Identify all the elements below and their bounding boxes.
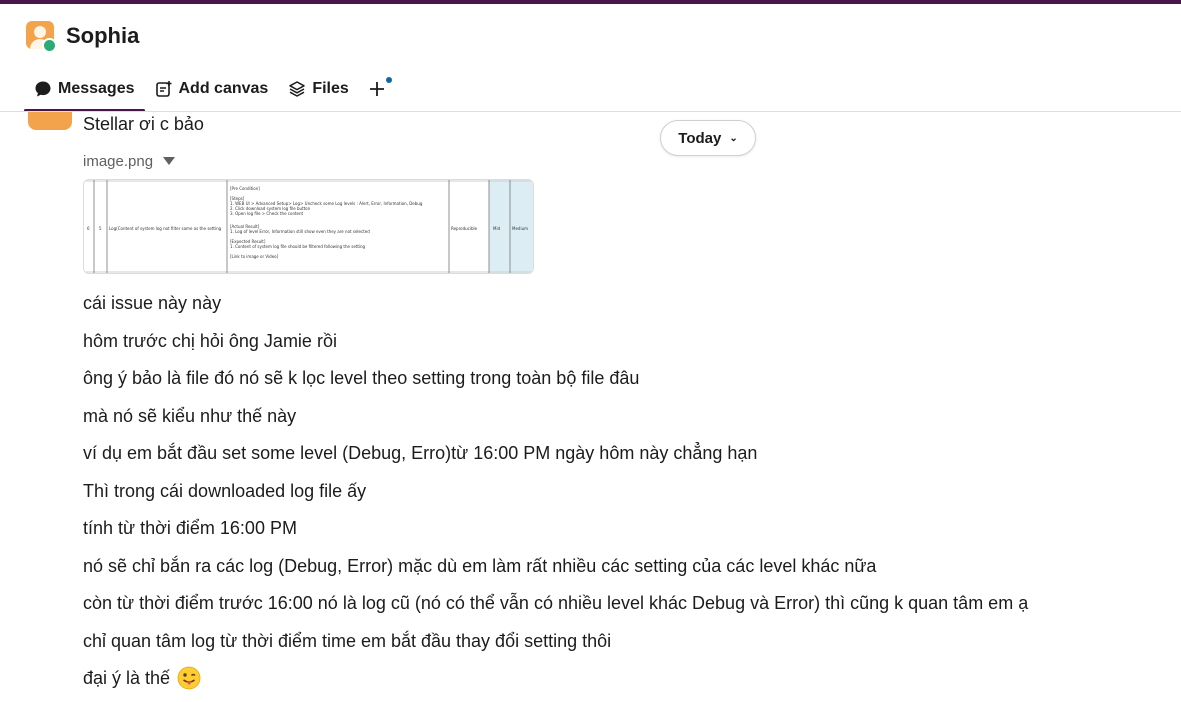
cell-link: [Link to image or Video] [230,254,279,259]
presence-dot [42,38,57,53]
tab-messages[interactable]: Messages [24,74,145,112]
date-label: Today [678,129,722,147]
cell-id: 5 [99,226,102,231]
avatar [26,21,57,53]
channel-title[interactable]: Sophia [26,20,140,53]
file-name: image.png [83,152,154,170]
message-text: cái issue này này [83,293,222,313]
image-attachment-thumbnail[interactable]: 6 5 Log(Content of system log not filter… [83,179,534,274]
winking-face-with-tongue-icon [177,666,201,690]
cell-expected: [Expected Result] 1. Content of system l… [230,239,366,249]
sender-avatar[interactable] [28,112,72,130]
cell-steps: [Steps] 1. WEB UI > Advanced Setup> Log>… [230,196,423,216]
chevron-down-icon: ⌄ [729,132,738,144]
message-text: nó sẽ chỉ bắn ra các log (Debug, Error) … [83,556,877,576]
tab-messages-label: Messages [58,80,135,97]
message-text: đại ý là thế [83,668,171,688]
message-text: còn từ thời điểm trước 16:00 nó là log c… [83,593,1029,613]
message-text: ông ý bảo là file đó nó sẽ k lọc level t… [83,368,640,388]
channel-name: Sophia [66,23,140,48]
message-last-line: đại ý là thế [83,666,201,690]
message-text: hôm trước chị hỏi ông Jamie rồi [83,331,337,351]
message-text: mà nó sẽ kiểu như thế này [83,406,297,426]
cell-precondition: [Pre Condition] [230,186,260,191]
tab-files[interactable]: Files [278,74,358,104]
layers-icon [289,81,306,97]
cell-index: 6 [87,226,90,231]
message-bubble-icon [35,81,51,97]
tab-add-canvas-label: Add canvas [178,80,269,97]
file-attachment-header: image.png [83,150,176,172]
message-text: Thì trong cái downloaded log file ấy [83,481,367,501]
channel-header: Sophia Messages Add canvas Files [0,4,1181,112]
message-text: tính từ thời điểm 16:00 PM [83,518,297,538]
notification-dot [385,77,392,83]
cell-extra: Medium [512,226,528,231]
canvas-add-icon [155,81,171,97]
caret-down-icon[interactable] [163,157,176,165]
message-text: Stellar ơi c bảo [83,114,204,134]
cell-priority: Mid [493,226,501,231]
add-tab-button[interactable] [359,74,395,104]
message-text: ví dụ em bắt đầu set some level (Debug, … [83,443,758,463]
cell-status: Reproducible [451,226,478,231]
date-divider-button[interactable]: Today ⌄ [660,120,756,156]
message-text: chỉ quan tâm log từ thời điểm time em bắ… [83,631,612,651]
tab-add-canvas[interactable]: Add canvas [145,74,279,104]
cell-title: Log(Content of system log not filter sam… [109,226,222,231]
cell-actual: [Actual Result] 1. Log of level Error, I… [230,224,370,234]
channel-tabs: Messages Add canvas Files [24,74,395,112]
tab-files-label: Files [312,80,349,97]
plus-icon [369,82,384,96]
